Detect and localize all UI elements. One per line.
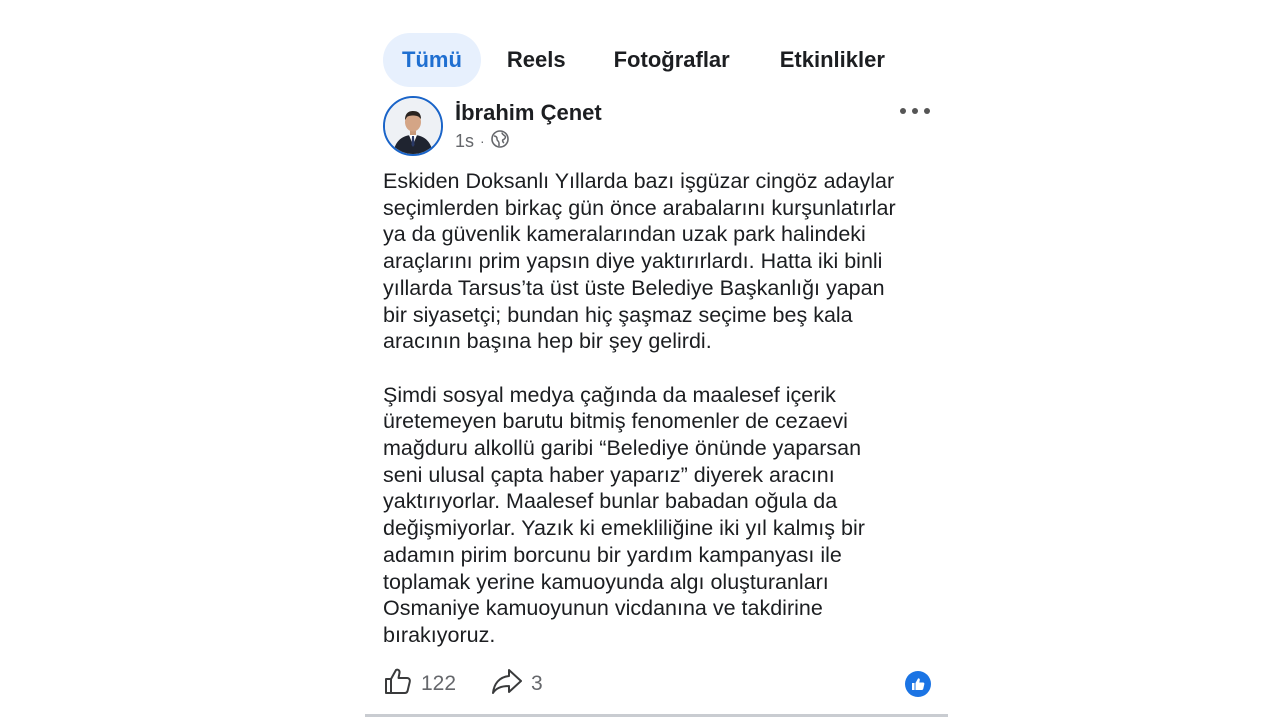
post-meta: 1s ·	[455, 129, 509, 153]
tab-events[interactable]: Etkinlikler	[762, 33, 903, 87]
avatar-photo	[385, 98, 441, 154]
tab-reels[interactable]: Reels	[489, 33, 584, 87]
post-text-line: Osmaniye kamuoyunun vicdanına ve takdiri…	[383, 596, 823, 621]
author-avatar[interactable]	[383, 96, 443, 156]
like-reaction-icon[interactable]	[905, 671, 931, 697]
like-button[interactable]: 122	[383, 664, 456, 704]
post-text-line: bir siyasetçi; bundan hiç şaşmaz seçime …	[383, 302, 853, 327]
post-text-line: aracının başına hep bir şey gelirdi.	[383, 329, 712, 354]
post-author-name[interactable]: İbrahim Çenet	[455, 100, 602, 126]
post-divider	[365, 714, 948, 717]
post-text-line: değişmiyorlar. Yazık ki emekliliğine iki…	[383, 516, 865, 541]
facebook-profile-feed: Tümü Reels Fotoğraflar Etkinlikler İbrah…	[0, 0, 1280, 720]
share-button[interactable]: 3	[491, 664, 543, 704]
globe-icon	[490, 129, 509, 153]
post-text-line: ya da güvenlik kameralarından uzak park …	[383, 222, 866, 247]
post-text-line: üretemeyen barutu bitmiş fenomenler de c…	[383, 409, 848, 434]
thumbs-up-icon	[383, 666, 421, 702]
post-text-line: mağduru alkollü garibi “Belediye önünde …	[383, 436, 862, 461]
post-text-line: araçlarını prim yapsın diye yaktırırlard…	[383, 249, 883, 274]
meta-separator: ·	[480, 133, 485, 149]
post-text-line: adamın pirim borcunu bir yardım kampanya…	[383, 542, 842, 567]
cut-off-previous-content	[390, 0, 930, 6]
post-text-line: seni ulusal çapta haber yaparız” diyerek…	[383, 462, 835, 487]
post-text-line: yaktırıyorlar. Maalesef bunlar babadan o…	[383, 489, 838, 514]
tab-all[interactable]: Tümü	[383, 33, 481, 87]
post-text-line: seçimlerden birkaç gün önce arabalarını …	[383, 195, 896, 220]
feed-filter-tabs: Tümü Reels Fotoğraflar Etkinlikler	[383, 33, 903, 87]
share-arrow-icon	[491, 666, 531, 702]
post-text-line: yıllarda Tarsus’ta üst üste Belediye Baş…	[383, 275, 885, 300]
post-timestamp[interactable]: 1s	[455, 131, 474, 152]
post-text-line: bırakıyoruz.	[383, 622, 496, 647]
post-text-line: toplamak yerine kamuoyunda algı oluştura…	[383, 569, 829, 594]
share-count: 3	[531, 672, 543, 695]
more-options-icon[interactable]	[900, 103, 930, 119]
tab-photos[interactable]: Fotoğraflar	[596, 33, 748, 87]
post-text-line: Şimdi sosyal medya çağında da maalesef i…	[383, 382, 836, 407]
post-actions: 122 3	[383, 664, 931, 704]
like-count: 122	[421, 672, 457, 695]
post-text-line: Eskiden Doksanlı Yıllarda bazı işgüzar c…	[383, 169, 895, 193]
post-text: Eskiden Doksanlı Yıllarda bazı işgüzar c…	[383, 168, 943, 649]
